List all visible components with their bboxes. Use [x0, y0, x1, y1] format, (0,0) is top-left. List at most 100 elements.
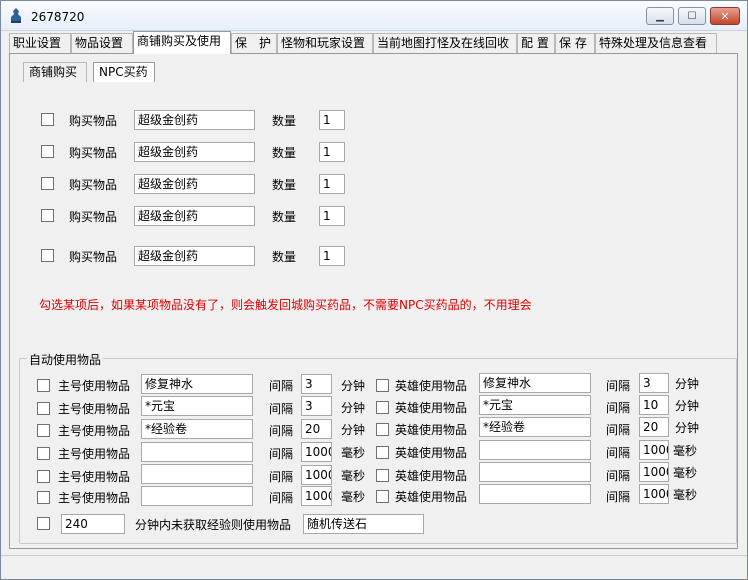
- main-interval-input[interactable]: 1000: [301, 442, 332, 462]
- hero-interval-input[interactable]: 1000: [639, 440, 669, 460]
- interval-label: 间隔: [269, 424, 294, 438]
- subtab-shop-buy[interactable]: 商铺购买: [23, 62, 87, 82]
- main-interval-input[interactable]: 20: [301, 419, 332, 439]
- hero-interval-input[interactable]: 1000: [639, 462, 669, 482]
- hero-item-input[interactable]: [479, 484, 591, 504]
- hero-item-input[interactable]: *经验卷: [479, 417, 591, 437]
- main-use-checkbox[interactable]: [37, 447, 50, 460]
- buy-row-label: 购买物品: [69, 250, 118, 264]
- buy-item-input[interactable]: 超级金创药: [134, 206, 255, 226]
- hero-use-label: 英雄使用物品: [395, 469, 468, 483]
- tab-item-settings[interactable]: 物品设置: [71, 33, 133, 53]
- main-use-checkbox[interactable]: [37, 491, 50, 504]
- unit-label: 毫秒: [341, 446, 366, 460]
- tab-config[interactable]: 配 置: [517, 33, 555, 53]
- main-item-input[interactable]: 修复神水: [141, 374, 253, 394]
- hero-use-label: 英雄使用物品: [395, 423, 468, 437]
- hero-use-checkbox[interactable]: [376, 446, 389, 459]
- unit-label: 毫秒: [673, 466, 698, 480]
- interval-label: 间隔: [606, 446, 631, 460]
- buy-row-checkbox[interactable]: [41, 177, 54, 190]
- main-use-checkbox[interactable]: [37, 379, 50, 392]
- buy-item-input[interactable]: 超级金创药: [134, 246, 255, 266]
- exp-rule-item-input[interactable]: 随机传送石: [303, 514, 424, 534]
- main-interval-input[interactable]: 1000: [301, 486, 332, 506]
- hero-use-checkbox[interactable]: [376, 401, 389, 414]
- qty-input[interactable]: 1: [319, 174, 345, 194]
- app-icon: [11, 8, 21, 23]
- tab-job-settings[interactable]: 职业设置: [9, 33, 71, 53]
- exp-minutes-input[interactable]: 240: [61, 514, 125, 534]
- main-use-checkbox[interactable]: [37, 424, 50, 437]
- main-item-input[interactable]: [141, 442, 253, 462]
- main-item-input[interactable]: *元宝: [141, 396, 253, 416]
- hero-item-input[interactable]: 修复神水: [479, 373, 591, 393]
- unit-label: 毫秒: [673, 444, 698, 458]
- main-item-input[interactable]: [141, 486, 253, 506]
- buy-item-input[interactable]: 超级金创药: [134, 174, 255, 194]
- tab-shop-purchase[interactable]: 商铺购买及使用: [133, 31, 231, 54]
- main-use-label: 主号使用物品: [58, 402, 131, 416]
- main-use-checkbox[interactable]: [37, 402, 50, 415]
- main-tabbar: 职业设置 物品设置 商铺购买及使用 保 护 怪物和玩家设置 当前地图打怪及在线回…: [9, 31, 739, 54]
- tab-current-map[interactable]: 当前地图打怪及在线回收: [373, 33, 517, 53]
- interval-label: 间隔: [269, 470, 294, 484]
- hero-interval-input[interactable]: 10: [639, 395, 669, 415]
- buy-row-label: 购买物品: [69, 146, 118, 160]
- hero-use-label: 英雄使用物品: [395, 401, 468, 415]
- interval-label: 间隔: [269, 402, 294, 416]
- hero-item-input[interactable]: [479, 440, 591, 460]
- tab-special-info[interactable]: 特殊处理及信息查看: [595, 33, 717, 53]
- hero-use-checkbox[interactable]: [376, 423, 389, 436]
- hero-use-checkbox[interactable]: [376, 379, 389, 392]
- buy-row-checkbox[interactable]: [41, 249, 54, 262]
- hero-interval-input[interactable]: 3: [639, 373, 669, 393]
- exp-rule-label: 分钟内未获取经验则使用物品: [135, 518, 292, 532]
- hero-use-label: 英雄使用物品: [395, 490, 468, 504]
- qty-input[interactable]: 1: [319, 246, 345, 266]
- qty-input[interactable]: 1: [319, 110, 345, 130]
- exp-rule-checkbox[interactable]: [37, 517, 50, 530]
- unit-label: 毫秒: [341, 469, 366, 483]
- maximize-icon: ☐: [687, 10, 697, 22]
- main-use-checkbox[interactable]: [37, 470, 50, 483]
- close-button[interactable]: ✕: [710, 7, 740, 25]
- interval-label: 间隔: [606, 490, 631, 504]
- hero-interval-input[interactable]: 20: [639, 417, 669, 437]
- minimize-button[interactable]: ▁: [646, 7, 674, 25]
- unit-label: 毫秒: [673, 488, 698, 502]
- hero-use-checkbox[interactable]: [376, 469, 389, 482]
- hero-item-input[interactable]: *元宝: [479, 395, 591, 415]
- qty-input[interactable]: 1: [319, 206, 345, 226]
- tab-save[interactable]: 保 存: [555, 33, 595, 53]
- qty-label: 数量: [272, 114, 297, 128]
- buy-row-checkbox[interactable]: [41, 209, 54, 222]
- tab-protect[interactable]: 保 护: [231, 33, 277, 53]
- main-interval-input[interactable]: 3: [301, 374, 332, 394]
- window-title: 2678720: [31, 10, 85, 24]
- main-use-label: 主号使用物品: [58, 447, 131, 461]
- qty-label: 数量: [272, 210, 297, 224]
- qty-input[interactable]: 1: [319, 142, 345, 162]
- buy-row-label: 购买物品: [69, 210, 118, 224]
- qty-label: 数量: [272, 250, 297, 264]
- main-interval-input[interactable]: 1000: [301, 465, 332, 485]
- hero-interval-input[interactable]: 1000: [639, 484, 669, 504]
- subtab-npc-buy[interactable]: NPC买药: [93, 62, 155, 82]
- buy-row-checkbox[interactable]: [41, 145, 54, 158]
- main-item-input[interactable]: *经验卷: [141, 419, 253, 439]
- buy-item-input[interactable]: 超级金创药: [134, 142, 255, 162]
- hero-item-input[interactable]: [479, 462, 591, 482]
- tab-monster-player[interactable]: 怪物和玩家设置: [277, 33, 373, 53]
- buy-row-checkbox[interactable]: [41, 113, 54, 126]
- unit-label: 分钟: [675, 399, 700, 413]
- unit-label: 分钟: [341, 379, 366, 393]
- maximize-button[interactable]: ☐: [678, 7, 706, 25]
- main-interval-input[interactable]: 3: [301, 396, 332, 416]
- main-item-input[interactable]: [141, 464, 253, 484]
- close-icon: ✕: [720, 9, 730, 23]
- hero-use-checkbox[interactable]: [376, 490, 389, 503]
- hero-use-label: 英雄使用物品: [395, 446, 468, 460]
- buy-item-input[interactable]: 超级金创药: [134, 110, 255, 130]
- interval-label: 间隔: [606, 401, 631, 415]
